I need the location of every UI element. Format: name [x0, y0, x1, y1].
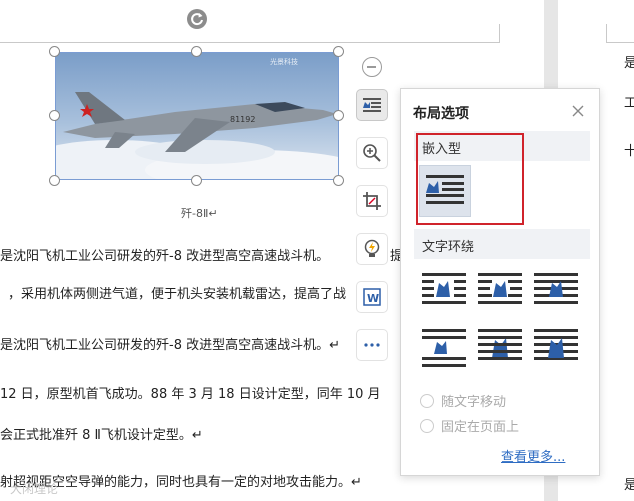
svg-text:W: W: [367, 292, 379, 305]
body-text-line[interactable]: 是沈阳飞机工业公司研发的歼-8 改进型高空高速战斗机。: [0, 245, 329, 264]
wrap-in-front-icon: [534, 329, 578, 360]
move-with-text-option[interactable]: 随文字移动: [420, 391, 506, 410]
resize-handle-bottom-left[interactable]: [49, 175, 60, 186]
collapse-toolbar-button[interactable]: [362, 57, 382, 77]
wrap-tight-icon: [478, 273, 522, 304]
resize-handle-bottom-right[interactable]: [333, 175, 344, 186]
rotate-handle[interactable]: [187, 9, 207, 29]
body-text-line[interactable]: 是沈阳飞机工业公司研发的歼-8 改进型高空高速战斗机。↵: [0, 334, 340, 353]
wrap-through-icon: [534, 273, 578, 304]
wrap-section-label: 文字环绕: [422, 240, 475, 255]
image-convert-icon: W: [363, 288, 381, 306]
body-text-line[interactable]: 会正式批准歼 8 Ⅱ飞机设计定型。↵: [0, 424, 203, 443]
next-page-char: 是: [624, 56, 634, 71]
svg-text:81192: 81192: [230, 115, 255, 124]
wrap-square-option[interactable]: [420, 269, 468, 315]
next-page-margin-mark: [606, 24, 607, 43]
resize-handle-top-right[interactable]: [333, 46, 344, 57]
footer-watermark: 大闲理论: [10, 482, 59, 496]
move-with-text-label: 随文字移动: [441, 395, 507, 410]
fighter-jet-image[interactable]: 81192 光景科技: [55, 52, 339, 180]
wrap-tight-option[interactable]: [476, 269, 524, 315]
header-rule: [0, 42, 500, 43]
radio-button[interactable]: [420, 393, 434, 408]
resize-handle-bottom[interactable]: [191, 175, 202, 186]
image-convert-button[interactable]: W: [356, 281, 388, 313]
smart-edit-icon: [364, 239, 380, 257]
wrap-behind-text-icon: [478, 329, 522, 360]
next-page-char: 工: [624, 96, 634, 111]
popup-title: 布局选项: [413, 106, 469, 122]
next-page-char: 是: [624, 478, 634, 493]
see-more-link[interactable]: 查看更多...: [501, 446, 565, 465]
wrap-in-front-option[interactable]: [532, 325, 580, 371]
wrap-top-bottom-option[interactable]: [420, 325, 468, 371]
wrap-behind-text-option[interactable]: [476, 325, 524, 371]
wrap-top-bottom-icon: [422, 329, 466, 367]
resize-handle-right[interactable]: [333, 110, 344, 121]
image-caption: 歼-8Ⅱ↵: [181, 207, 218, 220]
body-text-line[interactable]: ，采用机体两侧进气道，便于机头安装机载雷达，提高了战: [8, 283, 346, 302]
fix-on-page-option[interactable]: 固定在页面上: [420, 416, 519, 435]
zoom-in-icon: [363, 144, 381, 162]
crop-button[interactable]: [356, 185, 388, 217]
next-page-char: 十: [624, 144, 634, 159]
close-icon: [572, 105, 584, 117]
body-text-line[interactable]: 12 日，原型机首飞成功。88 年 3 月 18 日设计定型，同年 10 月: [0, 383, 381, 402]
resize-handle-left[interactable]: [49, 110, 60, 121]
next-page-header-rule: [606, 42, 634, 43]
resize-handle-top[interactable]: [191, 46, 202, 57]
smart-edit-button[interactable]: [356, 233, 388, 265]
layout-options-popup: 布局选项 嵌入型 文字环绕 随文字移动 固定在页面上 查看更多...: [400, 88, 600, 476]
image-watermark: 光景科技: [270, 57, 298, 66]
wrap-section-header: 文字环绕: [414, 229, 590, 259]
rotate-icon: [191, 13, 203, 26]
wrap-through-option[interactable]: [532, 269, 580, 315]
more-icon: [364, 343, 380, 347]
wrap-square-icon: [422, 273, 466, 304]
more-options-button[interactable]: [356, 329, 388, 361]
close-popup-button[interactable]: [571, 103, 585, 117]
crop-icon: [363, 192, 381, 210]
highlight-annotation: [416, 133, 524, 225]
fix-on-page-label: 固定在页面上: [441, 420, 520, 435]
radio-button[interactable]: [420, 418, 434, 433]
header-margin-mark: [499, 24, 500, 43]
layout-options-button[interactable]: [356, 89, 388, 121]
zoom-button[interactable]: [356, 137, 388, 169]
layout-options-icon: [363, 98, 381, 112]
resize-handle-top-left[interactable]: [49, 46, 60, 57]
